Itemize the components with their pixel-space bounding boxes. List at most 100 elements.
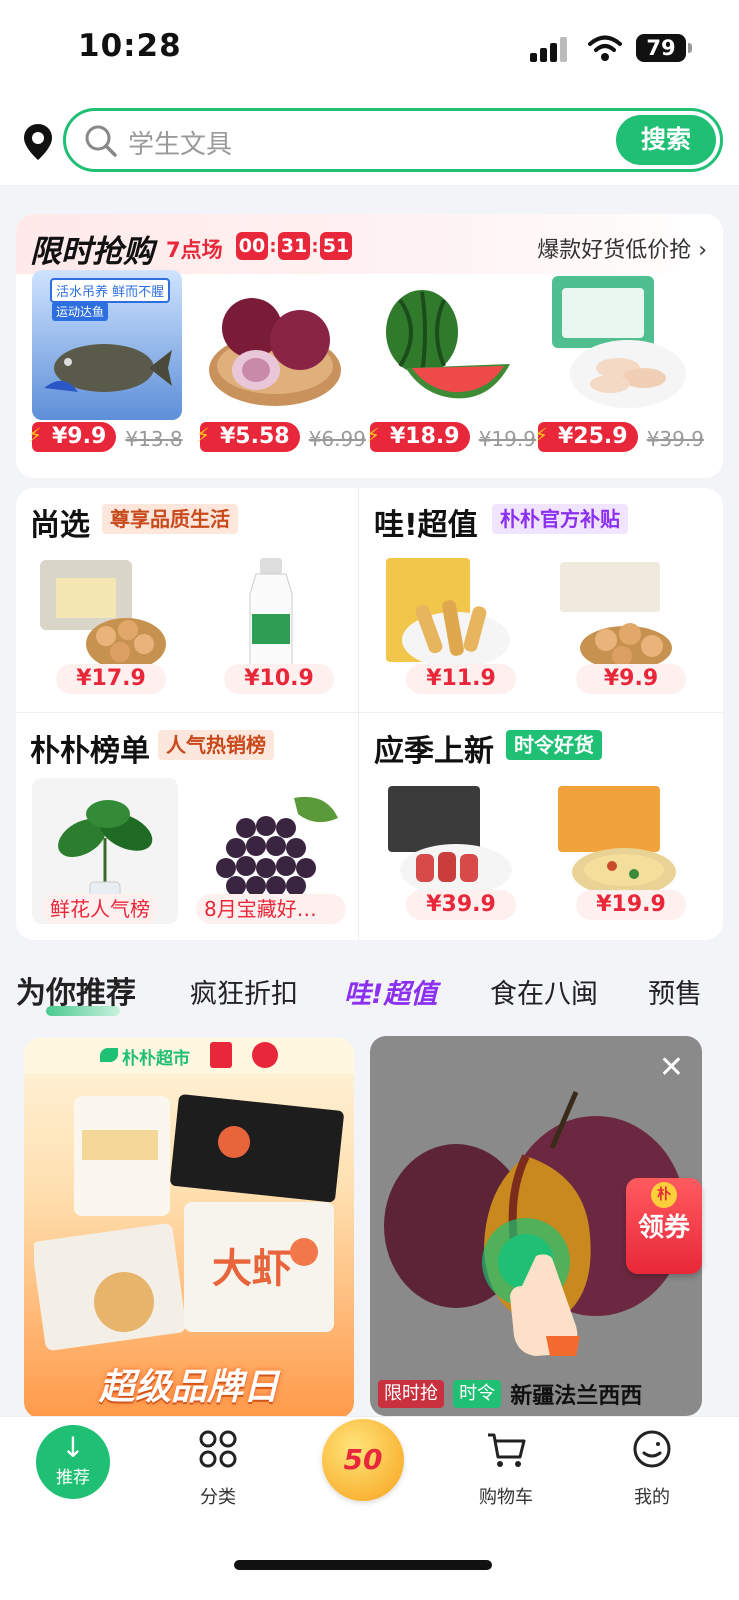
cell-premium[interactable]: 尚选 尊享品质生活 ¥17.9 ¥10.9	[16, 488, 356, 712]
ad-tag: 时令	[453, 1379, 502, 1408]
flash-price: ¥18.9	[366, 420, 470, 452]
tab-profile[interactable]: 我的	[612, 1429, 692, 1509]
flash-old-price: ¥19.9	[478, 426, 536, 451]
tab-fujian-food[interactable]: 食在八闽	[490, 972, 598, 1011]
grid-icon	[199, 1430, 237, 1468]
status-bar: 10:28 79	[0, 0, 739, 100]
banner-products-graphic: 大虾	[34, 1094, 344, 1351]
search-placeholder: 学生文具	[128, 130, 233, 160]
cell-price: ¥9.9	[576, 664, 686, 694]
flash-item-onion[interactable]: ¥5.58 ¥6.99	[196, 270, 368, 470]
banner-header: 朴朴超市	[24, 1038, 354, 1074]
coupon-label: 领券	[637, 1213, 690, 1243]
noodle-dish-image	[552, 780, 682, 900]
signal-icon	[530, 36, 570, 62]
flash-price-tag: ¥18.9 ¥19.9	[366, 420, 536, 454]
cell-value-deals[interactable]: 哇!超值 朴朴官方补贴 ¥11.9 ¥9.9	[360, 488, 700, 712]
flash-sale-session: 7点场	[166, 238, 223, 262]
battery-indicator: 79	[636, 34, 692, 62]
cell-title: 哇!超值	[374, 508, 478, 543]
cell-badge: 时令好货	[506, 730, 602, 760]
eggs-box-image	[552, 554, 682, 674]
grapes-image	[206, 788, 346, 908]
wifi-icon	[588, 35, 622, 61]
search-icon	[85, 125, 117, 157]
flash-sale-more-link[interactable]: 爆款好货低价抢 ›	[537, 232, 707, 264]
brand-bird-icon	[100, 1048, 118, 1062]
cell-title: 朴朴榜单	[30, 734, 150, 769]
fish-graphic	[44, 344, 172, 392]
cell-price: ¥39.9	[406, 890, 516, 920]
tab-coupon-center[interactable]: 50	[322, 1419, 404, 1501]
onion-image	[200, 270, 350, 420]
cell-bestseller[interactable]: 朴朴榜单 人气热销榜 鲜花人气榜 8月宝藏好…	[16, 714, 356, 938]
tab-crazy-discount[interactable]: 疯狂折扣	[190, 972, 298, 1011]
flash-old-price: ¥39.9	[646, 426, 704, 451]
tab-cart-label: 购物车	[479, 1487, 533, 1508]
flash-price-tag: ¥25.9 ¥39.9	[534, 420, 704, 454]
svg-text:大虾: 大虾	[212, 1246, 292, 1292]
partner-logo	[252, 1042, 278, 1068]
lamb-ribs-image	[382, 780, 512, 900]
flash-sale-card[interactable]: 限时抢购 7点场 00:31:51 爆款好货低价抢 › 活水吊养 鲜而不腥 运动…	[16, 214, 723, 478]
flash-old-price: ¥13.8	[125, 426, 183, 451]
milk-image	[222, 554, 332, 674]
location-pin-icon[interactable]	[22, 122, 54, 162]
search-button[interactable]: 搜索	[616, 115, 716, 165]
flash-old-price: ¥6.99	[308, 426, 366, 451]
flash-price: ¥5.58	[196, 420, 300, 452]
tab-category-label: 分类	[200, 1487, 236, 1508]
flash-sale-title: 限时抢购	[30, 234, 154, 270]
cell-badge: 人气热销榜	[158, 730, 274, 760]
fish-image-subcaption: 运动达鱼	[52, 302, 109, 321]
close-icon[interactable]: ✕	[659, 1050, 684, 1085]
cell-price: ¥11.9	[406, 664, 516, 694]
brand-day-banner[interactable]: 朴朴超市 大虾 超级品牌日	[24, 1038, 354, 1418]
tab-presale[interactable]: 预售	[648, 972, 702, 1011]
chicken-image	[538, 270, 688, 420]
cell-sublabel: 8月宝藏好…	[196, 894, 346, 924]
tab-home-label: 推荐	[56, 1468, 90, 1488]
tab-value-deals[interactable]: 哇!超值	[344, 972, 437, 1011]
ad-tag: 限时抢	[378, 1379, 444, 1408]
flash-item-chicken[interactable]: ¥25.9 ¥39.9	[534, 270, 706, 470]
cell-seasonal[interactable]: 应季上新 时令好货 ¥39.9 ¥19.9	[360, 714, 700, 938]
home-indicator	[234, 1560, 492, 1570]
timer-hours: 00	[236, 232, 268, 260]
tab-cart[interactable]: 购物车	[466, 1429, 546, 1509]
cell-badge: 朴朴官方补贴	[492, 504, 628, 534]
ad-title: 新疆法兰西西	[510, 1384, 643, 1409]
search-input[interactable]: 学生文具 搜索	[63, 108, 723, 172]
tab-home[interactable]: ↓ 推荐	[36, 1425, 110, 1499]
cell-badge: 尊享品质生活	[102, 504, 238, 534]
search-row: 学生文具 搜索	[0, 100, 739, 186]
cell-price: ¥17.9	[56, 664, 166, 694]
flash-price: ¥9.9	[28, 420, 117, 452]
tab-for-you[interactable]: 为你推荐	[16, 968, 136, 1012]
status-time: 10:28	[78, 28, 182, 64]
coupon-float-button[interactable]: 朴 领券	[626, 1178, 702, 1274]
flash-price: ¥25.9	[534, 420, 638, 452]
flash-item-watermelon[interactable]: ¥18.9 ¥19.9	[366, 270, 538, 470]
banner-caption: 超级品牌日	[98, 1367, 279, 1408]
recommend-tabs: 为你推荐 疯狂折扣 哇!超值 食在八闽 预售	[0, 962, 739, 1022]
watermelon-image	[370, 270, 520, 420]
fish-image-caption: 活水吊养 鲜而不腥	[50, 278, 171, 303]
fries-image	[382, 554, 512, 674]
smile-icon	[633, 1430, 671, 1468]
cart-icon	[488, 1433, 526, 1467]
cell-title: 应季上新	[374, 734, 494, 769]
flash-price-tag: ¥5.58 ¥6.99	[196, 420, 366, 454]
coupon-badge: 朴	[651, 1182, 677, 1208]
eggs-image	[36, 554, 166, 674]
down-arrow-icon: ↓	[61, 1431, 85, 1464]
timer-minutes: 31	[278, 232, 310, 260]
cell-price: ¥19.9	[576, 890, 686, 920]
grid-divider-vertical	[358, 488, 359, 940]
tab-profile-label: 我的	[634, 1487, 670, 1508]
countdown-timer: 00:31:51	[236, 232, 352, 260]
tab-category[interactable]: 分类	[178, 1429, 258, 1509]
flash-item-fish[interactable]: 活水吊养 鲜而不腥 运动达鱼 ¥9.9 ¥13.8	[28, 270, 200, 470]
flash-price-tag: ¥9.9 ¥13.8	[28, 420, 183, 454]
category-grid: 尚选 尊享品质生活 ¥17.9 ¥10.9 哇!超值 朴朴官方补贴 ¥11.9 …	[16, 488, 723, 940]
